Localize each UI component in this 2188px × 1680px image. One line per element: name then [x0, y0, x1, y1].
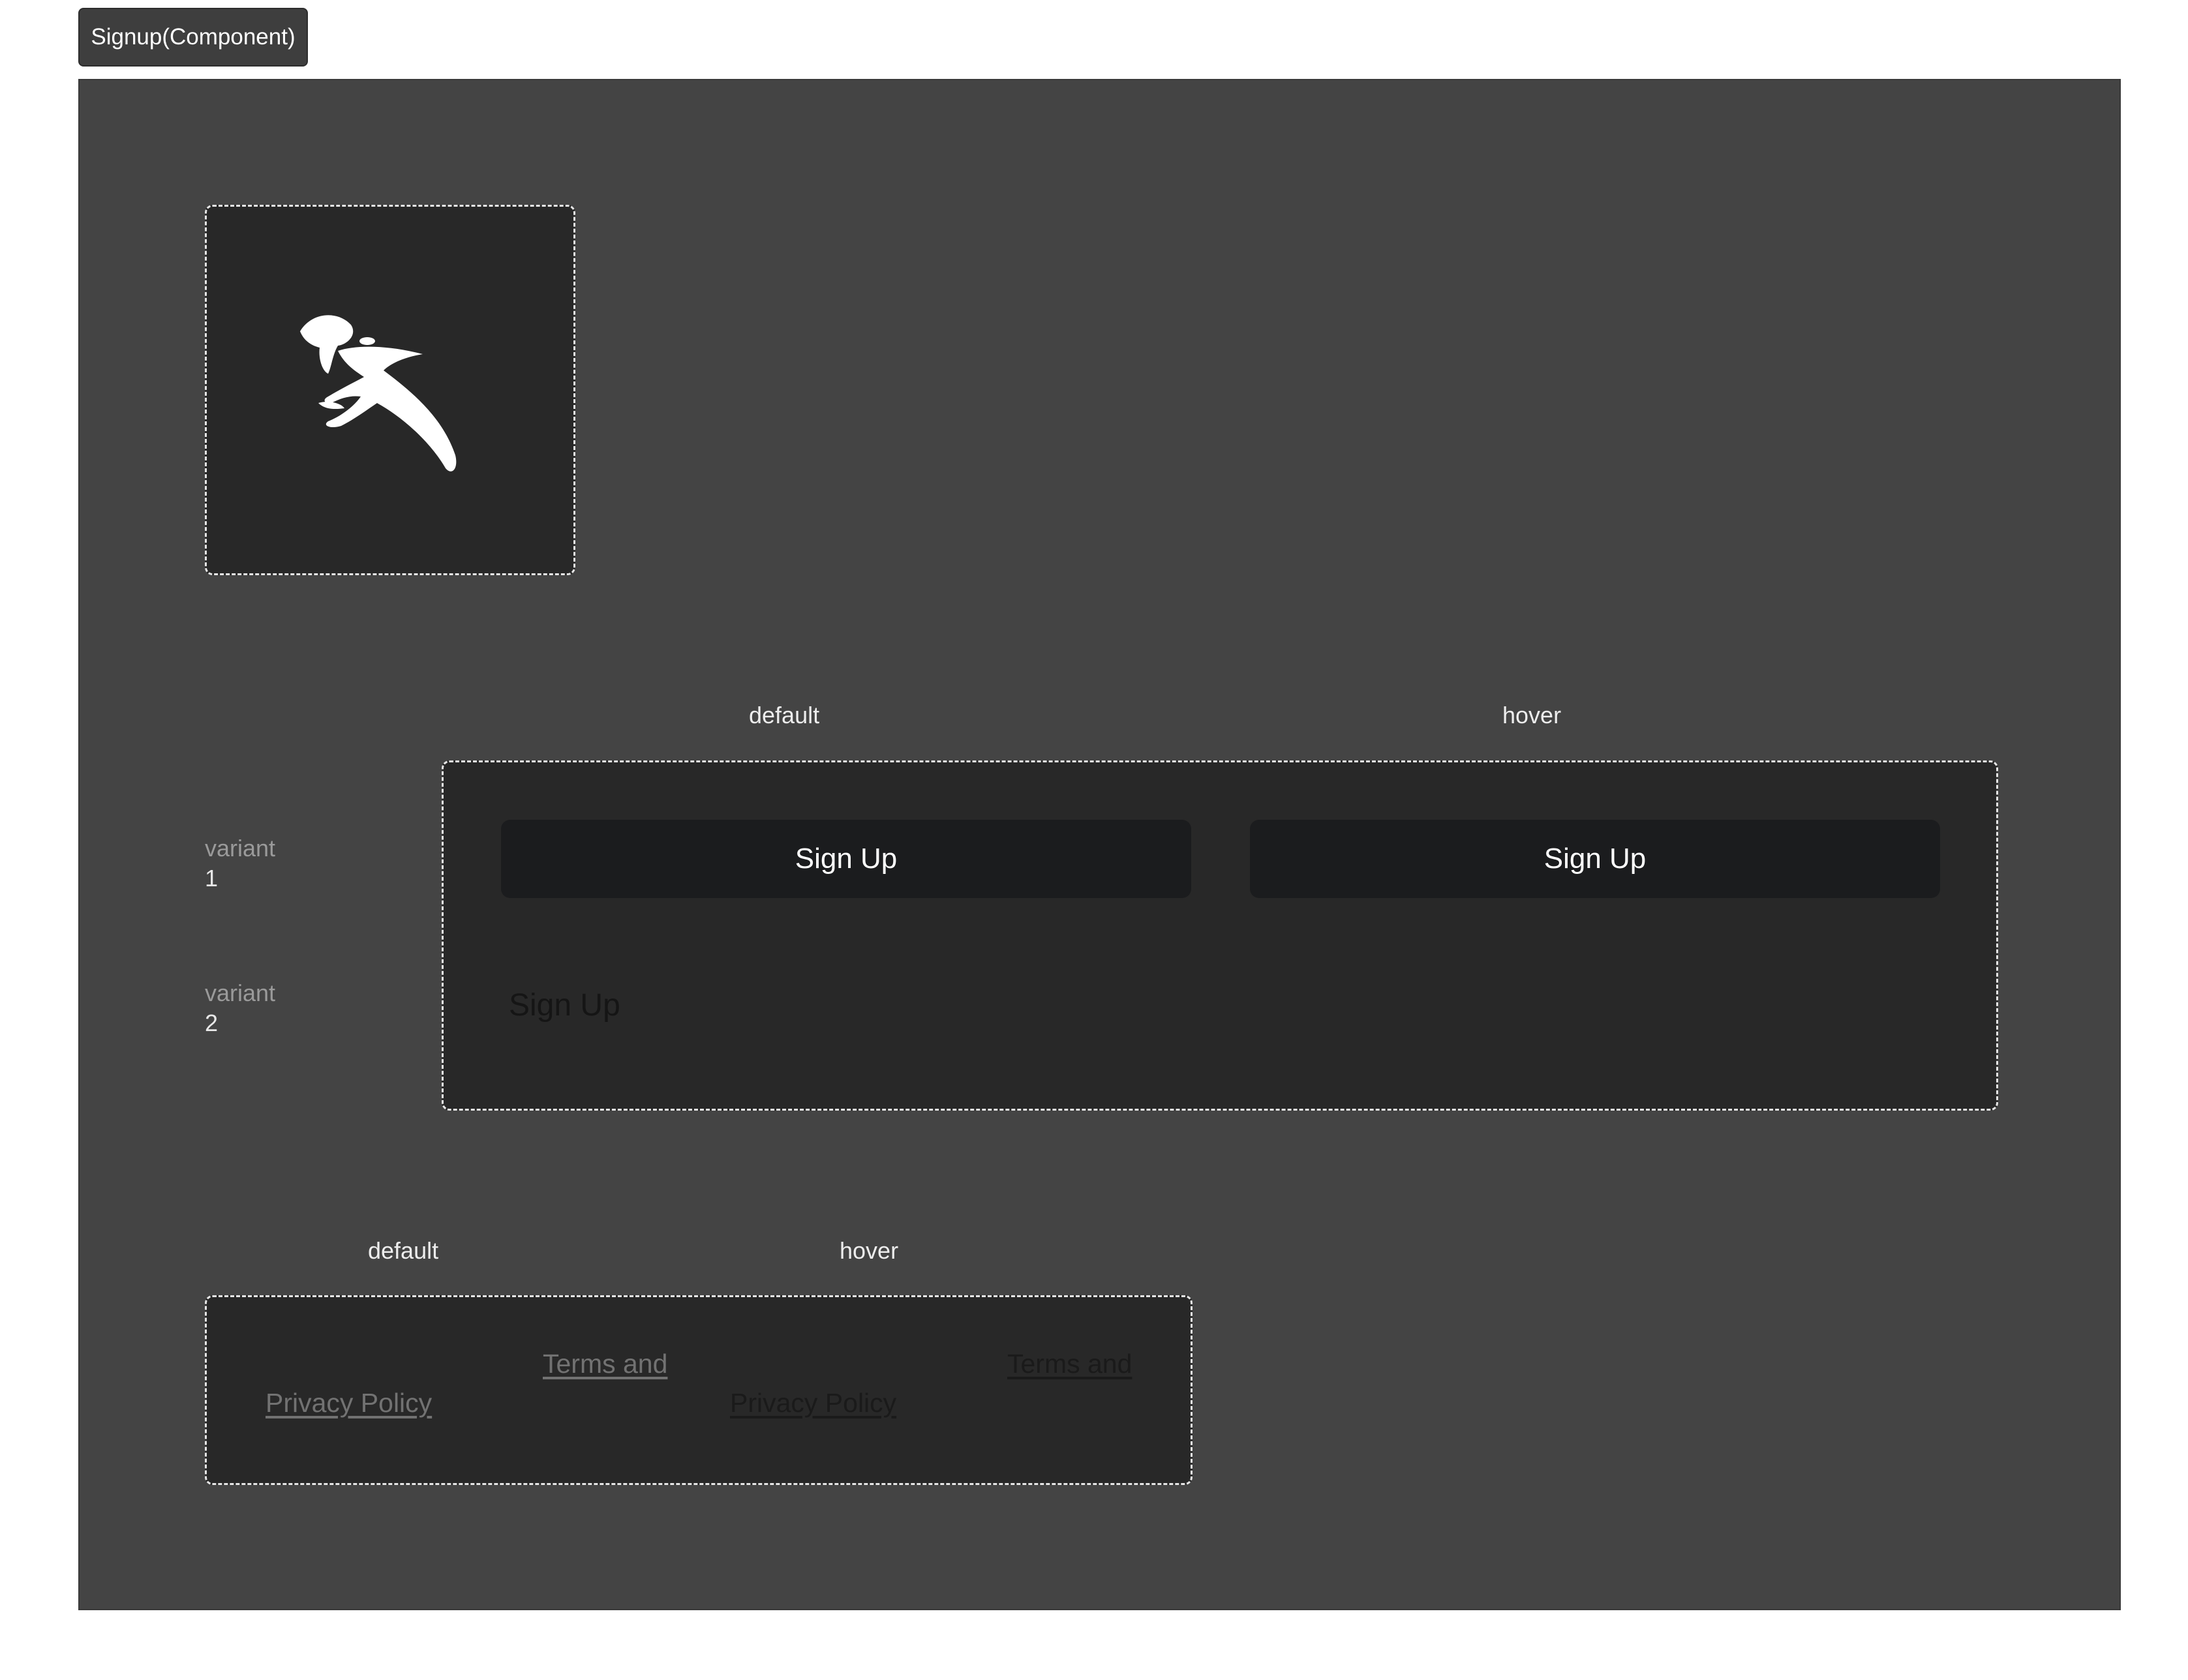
bird-logo-icon	[300, 315, 457, 472]
signup-button-variants: Sign Up Sign Up Sign Up	[442, 760, 1998, 1111]
link-column-label-default: default	[368, 1237, 439, 1264]
row-label-value: 2	[205, 1010, 219, 1036]
row-label-key: variant	[205, 980, 276, 1006]
column-label-default: default	[749, 702, 820, 728]
row-label-key: variant	[205, 835, 276, 862]
link-column-label-hover: hover	[840, 1237, 899, 1264]
row-label-variant-2: variant 2	[205, 978, 275, 1038]
sign-up-button-hover[interactable]: Sign Up	[1250, 820, 1940, 898]
terms-link-hover-line1[interactable]: Terms and	[1007, 1344, 1132, 1383]
sign-up-text-button[interactable]: Sign Up	[509, 987, 620, 1023]
row-label-variant-1: variant 1	[205, 833, 275, 893]
terms-link-default-line2[interactable]: Privacy Policy	[266, 1383, 432, 1422]
logo-container	[205, 205, 575, 575]
terms-link-hover-line2[interactable]: Privacy Policy	[730, 1383, 896, 1422]
terms-link-variants: Terms and Privacy Policy Terms and Priva…	[205, 1295, 1193, 1485]
column-label-hover: hover	[1502, 702, 1562, 728]
terms-link-default-line1[interactable]: Terms and	[543, 1344, 667, 1383]
row-label-value: 1	[205, 865, 219, 892]
frame-title-tag[interactable]: Signup(Component)	[78, 8, 308, 67]
sign-up-button-default[interactable]: Sign Up	[501, 820, 1191, 898]
